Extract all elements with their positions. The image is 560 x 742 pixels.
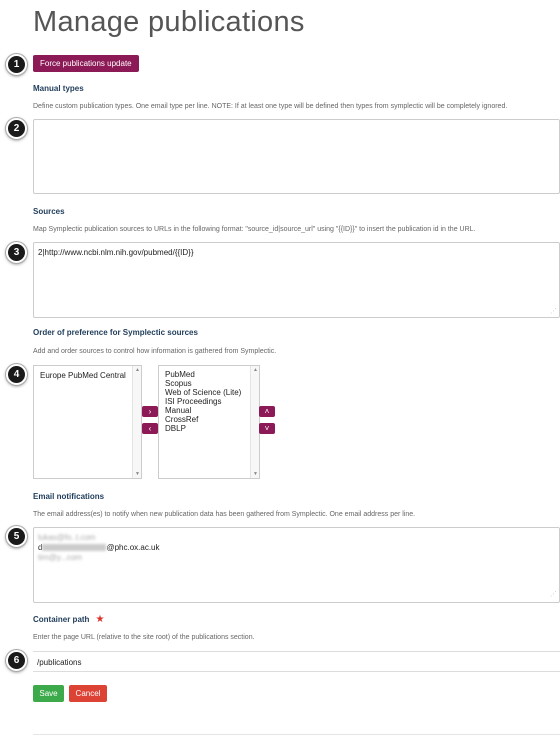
footer-divider <box>33 734 560 735</box>
selected-list-scrollbar[interactable]: ▲ ▼ <box>250 366 259 478</box>
email-textarea[interactable]: lukas@fo..t.com d @phc.ox.ac.uk tim@y...c… <box>33 527 560 603</box>
chevron-up-icon: ˄ <box>264 407 270 416</box>
chevron-down-icon: ˅ <box>264 424 270 433</box>
selected-source-item[interactable]: PubMed <box>165 370 255 379</box>
page-title: Manage publications <box>33 6 305 38</box>
email-help: The email address(es) to notify when new… <box>33 511 416 518</box>
step-marker-4: 4 <box>6 364 27 385</box>
chevron-left-icon: ‹ <box>148 424 152 433</box>
sources-value: 2|http://www.ncbi.nlm.nih.gov/pubmed/{{I… <box>38 248 194 257</box>
step-marker-1: 1 <box>6 54 27 75</box>
move-right-button[interactable]: › <box>142 406 158 417</box>
selected-source-item[interactable]: Scopus <box>165 379 255 388</box>
sources-label: Sources <box>33 207 65 216</box>
manual-types-textarea[interactable] <box>33 119 560 194</box>
chevron-right-icon: › <box>148 407 152 416</box>
manual-types-label: Manual types <box>33 84 84 93</box>
move-down-button[interactable]: ˅ <box>259 423 275 434</box>
selected-source-item[interactable]: DBLP <box>165 424 255 433</box>
available-sources-list[interactable]: Europe PubMed Central ▲ ▼ <box>33 365 142 479</box>
resize-grip-icon[interactable]: ⋰ <box>550 590 557 600</box>
manual-types-help: Define custom publication types. One ema… <box>33 103 508 110</box>
container-path-input[interactable]: /publications <box>33 651 560 672</box>
resize-grip-icon[interactable]: ⋰ <box>550 307 557 315</box>
save-button[interactable]: Save <box>33 685 64 702</box>
selected-source-item[interactable]: ISI Proceedings <box>165 397 255 406</box>
selected-source-item[interactable]: Manual <box>165 406 255 415</box>
email-label: Email notifications <box>33 492 105 501</box>
available-list-scrollbar[interactable]: ▲ ▼ <box>132 366 141 478</box>
selected-source-item[interactable]: CrossRef <box>165 415 255 424</box>
required-star-icon: ★ <box>95 614 105 625</box>
scroll-down-icon[interactable]: ▼ <box>135 471 140 477</box>
step-marker-3: 3 <box>6 242 27 263</box>
container-path-label-text: Container path <box>33 615 90 624</box>
move-left-button[interactable]: ‹ <box>142 423 158 434</box>
selected-source-item[interactable]: Web of Science (Lite) <box>165 388 255 397</box>
selected-sources-list[interactable]: PubMed Scopus Web of Science (Lite) ISI … <box>158 365 260 479</box>
container-path-help: Enter the page URL (relative to the site… <box>33 634 255 641</box>
container-path-label: Container path ★ <box>33 614 104 625</box>
cancel-button[interactable]: Cancel <box>69 685 107 702</box>
sources-help: Map Symplectic publication sources to UR… <box>33 226 476 233</box>
sources-textarea[interactable]: 2|http://www.ncbi.nlm.nih.gov/pubmed/{{I… <box>33 242 560 318</box>
scroll-up-icon[interactable]: ▲ <box>253 367 258 373</box>
container-path-value: /publications <box>37 658 82 667</box>
force-update-button[interactable]: Force publications update <box>33 55 139 72</box>
email-line-3: tim@y...com <box>38 553 82 562</box>
order-label: Order of preference for Symplectic sourc… <box>33 328 198 337</box>
scroll-up-icon[interactable]: ▲ <box>135 367 140 373</box>
step-marker-2: 2 <box>6 118 27 139</box>
email-line-2-domain: @phc.ox.ac.uk <box>106 543 160 552</box>
move-up-button[interactable]: ˄ <box>259 406 275 417</box>
step-marker-5: 5 <box>6 526 27 547</box>
step-marker-6: 6 <box>6 650 27 671</box>
available-source-item[interactable]: Europe PubMed Central <box>40 371 137 380</box>
scroll-down-icon[interactable]: ▼ <box>253 471 258 477</box>
order-help: Add and order sources to control how inf… <box>33 348 277 355</box>
redacted-block <box>42 544 107 552</box>
email-line-1: lukas@fo..t.com <box>38 533 96 542</box>
